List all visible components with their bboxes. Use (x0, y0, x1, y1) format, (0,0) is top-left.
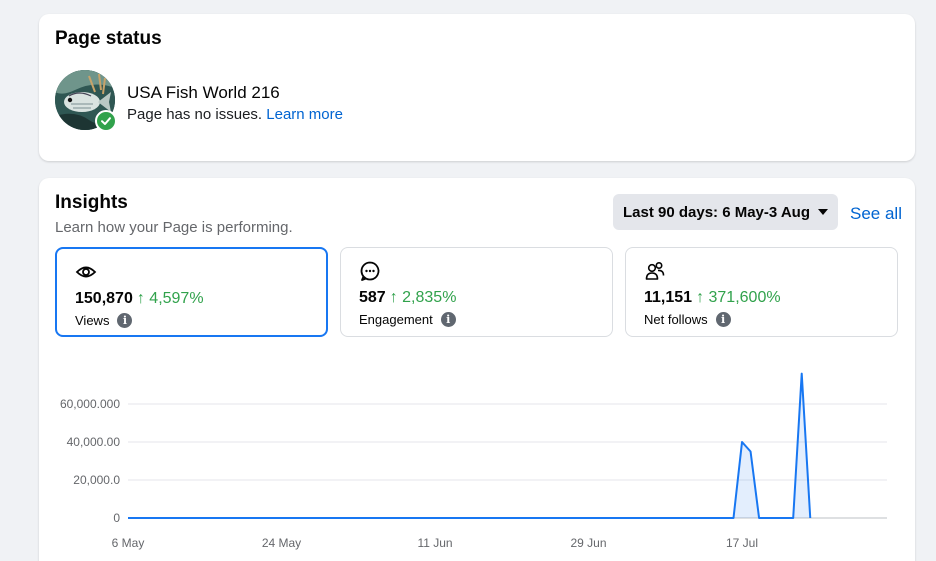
chat-bubble-icon (360, 261, 380, 281)
metric-value-net-follows: 11,151 ↑ 371,600% (644, 289, 781, 307)
learn-more-link[interactable]: Learn more (266, 106, 343, 123)
net-follows-label: Net follows (644, 312, 708, 327)
engagement-label: Engagement (359, 312, 433, 327)
insights-title: Insights (55, 192, 128, 213)
metric-card-net-follows[interactable]: 11,151 ↑ 371,600% Net follows i (625, 247, 898, 337)
x-tick-label: 17 Jul (726, 536, 758, 550)
metric-label-net-follows: Net follows i (644, 312, 731, 327)
page-status-text: Page has no issues. Learn more (127, 106, 343, 123)
metric-label-views: Views i (75, 313, 133, 328)
info-icon[interactable]: i (715, 312, 731, 327)
metric-card-views[interactable]: 150,870 ↑ 4,597% Views i (55, 247, 328, 337)
date-range-dropdown[interactable]: Last 90 days: 6 May-3 Aug (613, 194, 838, 230)
verified-check-icon (95, 110, 117, 132)
page-name: USA Fish World 216 (127, 83, 280, 102)
eye-icon (75, 266, 97, 278)
page-status-card: Page status USA Fish World 216 Page has … (39, 14, 915, 161)
views-chart[interactable]: 0 20,000.0 40,000.00 60,000.000 6 May 24 May 1… (39, 366, 915, 561)
y-tick-label: 40,000.00 (67, 435, 121, 449)
insights-subtitle: Learn how your Page is performing. (55, 219, 293, 236)
net-follows-value: 11,151 (644, 289, 693, 306)
views-value: 150,870 (75, 290, 133, 307)
series-line (128, 372, 812, 519)
series-area (128, 373, 811, 518)
y-tick-label: 60,000.000 (60, 397, 120, 411)
metric-label-engagement: Engagement i (359, 312, 456, 327)
info-icon[interactable]: i (117, 313, 133, 328)
info-icon[interactable]: i (440, 312, 456, 327)
see-all-link[interactable]: See all (850, 204, 902, 224)
x-tick-label: 11 Jun (417, 536, 452, 550)
metric-value-engagement: 587 ↑ 2,835% (359, 289, 456, 307)
x-tick-label: 29 Jun (571, 536, 607, 550)
page-status-title: Page status (55, 28, 162, 49)
status-message: Page has no issues. (127, 106, 263, 123)
views-delta: ↑ 4,597% (136, 290, 204, 307)
views-label: Views (75, 313, 110, 328)
date-range-label: Last 90 days: 6 May-3 Aug (622, 203, 810, 221)
insights-card: Insights Learn how your Page is performi… (39, 178, 915, 561)
x-tick-label: 6 May (112, 536, 145, 550)
engagement-value: 587 (359, 289, 386, 306)
people-icon (645, 261, 665, 280)
metric-card-engagement[interactable]: 587 ↑ 2,835% Engagement i (340, 247, 613, 337)
caret-down-icon (818, 209, 828, 215)
x-tick-label: 24 May (262, 536, 301, 550)
engagement-delta: ↑ 2,835% (389, 289, 457, 306)
metric-value-views: 150,870 ↑ 4,597% (75, 290, 204, 308)
y-tick-label: 0 (113, 511, 120, 525)
y-tick-label: 20,000.0 (73, 473, 120, 487)
net-follows-delta: ↑ 371,600% (696, 289, 781, 306)
